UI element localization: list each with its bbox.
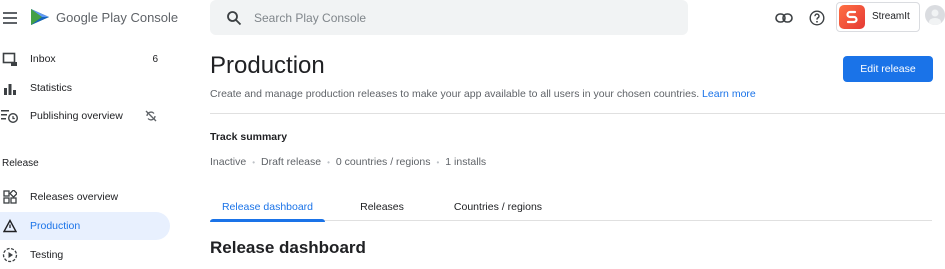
track-status: Inactive — [210, 156, 247, 168]
play-circle-icon — [1, 246, 19, 264]
track-countries: 0 countries / regions — [335, 156, 431, 168]
inbox-icon — [1, 50, 19, 68]
publishing-icon — [1, 107, 19, 125]
sidebar-item-label: Statistics — [30, 82, 73, 94]
page-description: Create and manage production releases to… — [210, 88, 756, 100]
track-summary: Inactive • Draft release • 0 countries /… — [210, 156, 486, 168]
help-icon[interactable] — [808, 9, 826, 27]
section-title: Release dashboard — [210, 238, 366, 257]
tab-countries-regions[interactable]: Countries / regions — [442, 194, 554, 220]
sidebar-item-label: Releases overview — [30, 191, 119, 203]
sidebar: Google Play Console Inbox 6 Statistics P… — [0, 0, 178, 269]
tab-releases[interactable]: Releases — [350, 194, 414, 220]
tab-bar: Release dashboard Releases Countries / r… — [210, 194, 932, 222]
sidebar-item-production[interactable]: Production — [0, 212, 170, 240]
page-title: Production — [210, 52, 325, 79]
sidebar-item-label: Inbox — [30, 53, 56, 65]
app-selector[interactable]: StreamIt — [836, 2, 920, 32]
section-label-release: Release — [2, 158, 39, 169]
sidebar-item-statistics[interactable]: Statistics — [0, 74, 170, 102]
separator-dot: • — [252, 157, 255, 167]
sidebar-item-releases-overview[interactable]: Releases overview — [0, 183, 170, 211]
brand-title[interactable]: Google Play Console — [56, 10, 178, 25]
menu-icon[interactable] — [2, 10, 18, 26]
link-icon[interactable] — [775, 9, 793, 27]
warning-triangle-icon — [1, 217, 19, 235]
search-icon — [226, 10, 242, 26]
sidebar-item-testing[interactable]: Testing — [0, 241, 170, 269]
brand-suffix: Console — [130, 10, 179, 25]
inbox-count-badge: 6 — [152, 53, 158, 65]
app-name: StreamIt — [872, 11, 910, 22]
sync-off-icon — [144, 109, 158, 123]
google-play-logo[interactable] — [29, 6, 51, 28]
app-icon — [839, 5, 865, 29]
edit-release-button[interactable]: Edit release — [843, 56, 933, 82]
sidebar-item-inbox[interactable]: Inbox 6 — [0, 45, 170, 73]
description-text: Create and manage production releases to… — [210, 88, 700, 100]
divider — [210, 113, 945, 114]
sidebar-item-label: Production — [30, 220, 81, 232]
separator-dot: • — [436, 157, 440, 167]
learn-more-link[interactable]: Learn more — [702, 88, 756, 100]
bar-chart-icon — [1, 79, 19, 97]
separator-dot: • — [327, 157, 330, 167]
track-installs: 1 installs — [445, 156, 487, 168]
search-bar[interactable] — [210, 0, 688, 35]
sidebar-item-label: Publishing overview — [30, 110, 123, 122]
search-input[interactable] — [254, 8, 654, 28]
sidebar-item-label: Testing — [30, 249, 64, 261]
sidebar-item-publishing-overview[interactable]: Publishing overview — [0, 102, 170, 130]
tab-release-dashboard[interactable]: Release dashboard — [210, 194, 325, 222]
brand-name: Google Play — [56, 10, 127, 25]
avatar[interactable] — [925, 5, 945, 25]
track-summary-title: Track summary — [210, 131, 288, 143]
track-release-state: Draft release — [261, 156, 322, 168]
grid-icon — [1, 188, 19, 206]
